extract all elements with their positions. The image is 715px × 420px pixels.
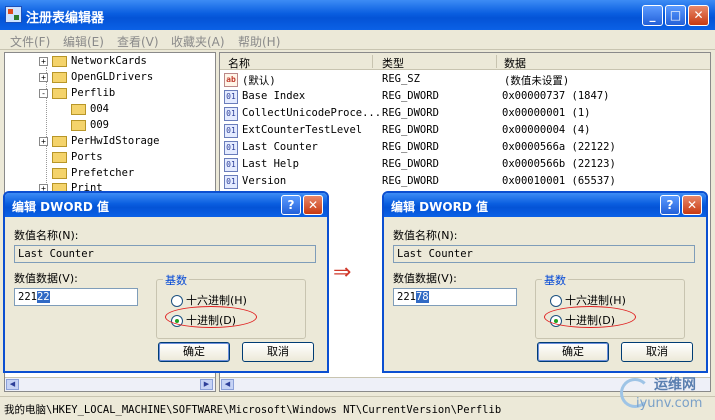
tree-item-009[interactable]: 009 [71, 119, 109, 135]
list-item[interactable]: 01 Version REG_DWORD 0x00010001 (65537) [220, 173, 710, 190]
menu-help[interactable]: 帮助(H) [238, 33, 280, 50]
scroll-left-icon[interactable]: ◀ [221, 379, 234, 390]
menu-edit[interactable]: 编辑(E) [63, 33, 104, 50]
dword-value-icon: 01 [224, 107, 238, 121]
tree-item-opengldrivers[interactable]: + OpenGLDrivers [39, 71, 153, 87]
dialog-title: 编辑 DWORD 值 [12, 200, 109, 214]
dword-value-icon: 01 [224, 175, 238, 189]
help-icon[interactable]: ? [660, 195, 680, 215]
watermark-bottom-text: iyunv.com [636, 396, 703, 411]
tree-item-perflib[interactable]: - Perflib [39, 87, 115, 103]
value-name-field: Last Counter [14, 245, 316, 263]
regedit-app-icon [5, 6, 22, 23]
expand-icon[interactable]: + [39, 56, 48, 66]
value-name-label: 数值名称(N): [14, 229, 79, 242]
tree-item-ports[interactable]: Ports [52, 151, 103, 167]
folder-icon [52, 151, 67, 163]
highlight-oval [544, 306, 636, 328]
edit-dword-dialog-before: 编辑 DWORD 值 ? ✕ 数值名称(N): Last Counter 数值数… [3, 191, 329, 373]
cancel-button[interactable]: 取消 [242, 342, 314, 362]
minimize-button[interactable]: _ [642, 5, 663, 26]
folder-icon [52, 135, 67, 147]
list-item[interactable]: 01 CollectUnicodeProce... REG_DWORD 0x00… [220, 105, 710, 122]
ok-button[interactable]: 确定 [537, 342, 609, 362]
tree-item-004[interactable]: 004 [71, 103, 109, 119]
menu-view[interactable]: 查看(V) [117, 33, 159, 50]
tree-item-perhwidstorage[interactable]: + PerHwIdStorage [39, 135, 160, 151]
edit-dword-dialog-after: 编辑 DWORD 值 ? ✕ 数值名称(N): Last Counter 数值数… [382, 191, 708, 373]
base-label: 基数 [163, 272, 189, 288]
scroll-right-icon[interactable]: ▶ [200, 379, 213, 390]
maximize-button[interactable]: □ [665, 5, 686, 26]
value-name-label: 数值名称(N): [393, 229, 458, 242]
open-folder-icon [52, 87, 67, 99]
tree-item-prefetcher[interactable]: Prefetcher [52, 167, 134, 183]
menu-file[interactable]: 文件(F) [10, 33, 50, 50]
value-name-field: Last Counter [393, 245, 695, 263]
list-item[interactable]: 01 Last Help REG_DWORD 0x0000566b (22123… [220, 156, 710, 173]
help-icon[interactable]: ? [281, 195, 301, 215]
selected-text: 22 [36, 291, 50, 303]
highlight-oval [165, 306, 257, 328]
dialog-title: 编辑 DWORD 值 [391, 200, 488, 214]
list-item-last-counter[interactable]: 01 Last Counter REG_DWORD 0x0000566a (22… [220, 139, 710, 156]
radio-icon[interactable] [550, 295, 562, 307]
column-divider[interactable] [496, 55, 497, 68]
close-button[interactable]: ✕ [688, 5, 709, 26]
dword-value-icon: 01 [224, 158, 238, 172]
value-data-input[interactable]: 22122 [14, 288, 138, 306]
list-item[interactable]: ab (默认) REG_SZ (数值未设置) [220, 71, 710, 88]
ok-button[interactable]: 确定 [158, 342, 230, 362]
collapse-icon[interactable]: - [39, 88, 48, 98]
registry-editor-window: 注册表编辑器 _ □ ✕ 文件(F) 编辑(E) 查看(V) 收藏夹(A) 帮助… [0, 0, 715, 420]
dialog-title-bar[interactable]: 编辑 DWORD 值 ? ✕ [5, 193, 327, 217]
folder-icon [52, 71, 67, 83]
transition-arrow-icon: ⇒ [333, 260, 352, 285]
folder-icon [71, 119, 86, 131]
list-item[interactable]: 01 Base Index REG_DWORD 0x00000737 (1847… [220, 88, 710, 105]
watermark-top-text: 运维网 [654, 377, 696, 393]
folder-icon [52, 167, 67, 179]
list-item[interactable]: 01 ExtCounterTestLevel REG_DWORD 0x00000… [220, 122, 710, 139]
value-data-input[interactable]: 22178 [393, 288, 517, 306]
folder-icon [71, 103, 86, 115]
column-divider[interactable] [372, 55, 373, 68]
expand-icon[interactable]: + [39, 136, 48, 146]
status-bar: 我的电脑\HKEY_LOCAL_MACHINE\SOFTWARE\Microso… [0, 396, 715, 420]
string-value-icon: ab [224, 73, 238, 87]
column-type[interactable]: 类型 [382, 55, 404, 71]
column-data[interactable]: 数据 [504, 55, 526, 71]
scroll-left-icon[interactable]: ◀ [6, 379, 19, 390]
cancel-button[interactable]: 取消 [621, 342, 693, 362]
title-bar[interactable]: 注册表编辑器 _ □ ✕ [0, 0, 715, 30]
value-data-label: 数值数据(V): [393, 272, 457, 285]
site-watermark: 运维网 iyunv.com [618, 372, 714, 416]
expand-icon[interactable]: + [39, 72, 48, 82]
close-icon[interactable]: ✕ [303, 195, 323, 215]
selected-text: 78 [415, 291, 429, 303]
column-name[interactable]: 名称 [228, 55, 250, 71]
dword-value-icon: 01 [224, 90, 238, 104]
menu-favorites[interactable]: 收藏夹(A) [171, 33, 225, 50]
radio-icon[interactable] [171, 295, 183, 307]
dword-value-icon: 01 [224, 141, 238, 155]
tree-item-networkcards[interactable]: + NetworkCards [39, 55, 147, 71]
value-data-label: 数值数据(V): [14, 272, 78, 285]
dialog-title-bar[interactable]: 编辑 DWORD 值 ? ✕ [384, 193, 706, 217]
current-key-path: 我的电脑\HKEY_LOCAL_MACHINE\SOFTWARE\Microso… [4, 404, 502, 416]
list-header: 名称 类型 数据 [220, 53, 710, 70]
tree-horizontal-scrollbar[interactable]: ◀ ▶ [5, 377, 215, 391]
close-icon[interactable]: ✕ [682, 195, 702, 215]
window-title: 注册表编辑器 [26, 11, 105, 26]
menu-bar: 文件(F) 编辑(E) 查看(V) 收藏夹(A) 帮助(H) [0, 30, 715, 50]
base-label: 基数 [542, 272, 568, 288]
folder-icon [52, 55, 67, 67]
dword-value-icon: 01 [224, 124, 238, 138]
